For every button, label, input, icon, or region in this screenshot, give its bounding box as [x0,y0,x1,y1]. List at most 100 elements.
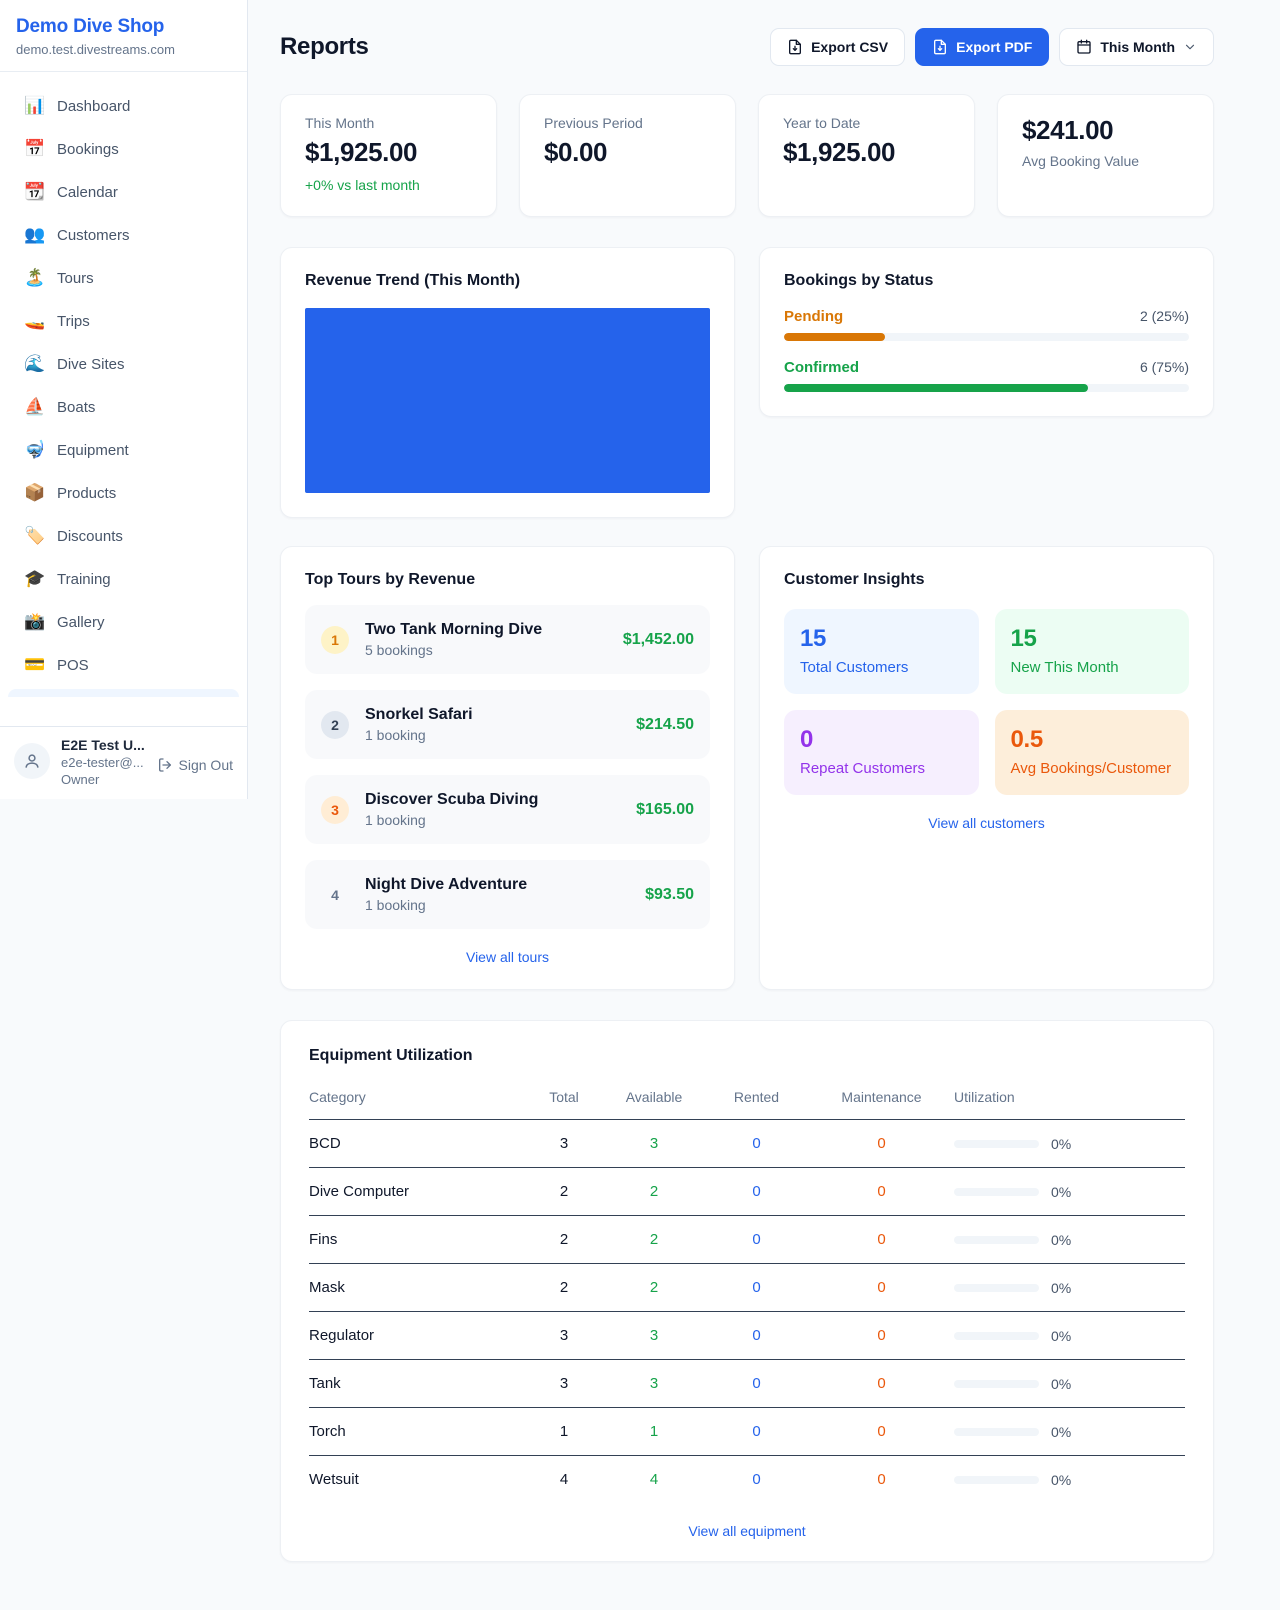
rented-cell: 0 [704,1423,809,1440]
stat-value: $1,925.00 [305,137,472,168]
view-all-tours-link[interactable]: View all tours [305,949,710,965]
sidebar-item-dashboard[interactable]: 📊 Dashboard [8,87,239,125]
sidebar-item-customers[interactable]: 👥 Customers [8,216,239,254]
insight-value: 0 [800,726,963,754]
insights-row: Top Tours by Revenue 1 Two Tank Morning … [280,546,1214,990]
insight-tile-avg-bookings: 0.5 Avg Bookings/Customer [995,710,1190,795]
user-icon [22,751,42,771]
customer-insights-card: Customer Insights 15 Total Customers 15 … [759,546,1214,990]
insight-tile-total-customers: 15 Total Customers [784,609,979,694]
stat-card-year-to-date: Year to Date $1,925.00 [758,94,975,217]
sidebar-item-label: Dive Sites [57,356,125,373]
progress-fill [784,384,1088,392]
table-row: Regulator 3 3 0 0 0% [309,1312,1185,1360]
user-email: e2e-tester@... [61,755,146,770]
sidebar-item-trips[interactable]: 🚤 Trips [8,302,239,340]
tour-amount: $1,452.00 [623,631,694,649]
sidebar-item-label: Training [57,571,111,588]
stats-row: This Month $1,925.00 +0% vs last month P… [280,94,1214,217]
utilization-track [954,1284,1039,1292]
rented-cell: 0 [704,1231,809,1248]
export-file-icon [932,39,948,55]
customer-insights-title: Customer Insights [784,571,1189,589]
revenue-trend-chart [305,308,710,493]
total-cell: 2 [524,1231,604,1248]
export-csv-button[interactable]: Export CSV [770,28,905,66]
utilization-cell: 0% [954,1472,1185,1488]
sidebar-item-dive-sites[interactable]: 🌊 Dive Sites [8,345,239,383]
equipment-utilization-card: Equipment Utilization Category Total Ava… [280,1020,1214,1562]
utilization-percent: 0% [1051,1184,1071,1200]
stat-value: $1,925.00 [783,137,950,168]
column-header: Maintenance [809,1089,954,1105]
available-cell: 3 [604,1327,704,1344]
column-header: Available [604,1089,704,1105]
insight-tile-new-this-month: 15 New This Month [995,609,1190,694]
utilization-percent: 0% [1051,1328,1071,1344]
status-count: 6 (75%) [1140,359,1189,375]
utilization-cell: 0% [954,1184,1185,1200]
maintenance-cell: 0 [809,1423,954,1440]
utilization-cell: 0% [954,1424,1185,1440]
rank-badge: 2 [321,711,349,739]
sidebar-item-active-partial[interactable] [8,689,239,697]
sidebar-item-gallery[interactable]: 📸 Gallery [8,603,239,641]
stat-card-avg-booking-value: $241.00 Avg Booking Value [997,94,1214,217]
export-pdf-button[interactable]: Export PDF [915,28,1049,66]
stat-value: $0.00 [544,137,711,168]
discounts-icon: 🏷️ [24,526,44,546]
sidebar-item-products[interactable]: 📦 Products [8,474,239,512]
page-header: Reports Export CSV Export PDF This Month [280,28,1214,66]
sidebar-item-boats[interactable]: ⛵ Boats [8,388,239,426]
utilization-track [954,1380,1039,1388]
user-role: Owner [61,772,146,787]
stat-label: Avg Booking Value [1022,153,1189,169]
maintenance-cell: 0 [809,1375,954,1392]
calendar-icon [1076,39,1092,55]
equipment-utilization-title: Equipment Utilization [309,1047,1185,1065]
logout-icon [157,757,173,773]
user-info: E2E Test U... e2e-tester@... Owner [61,737,146,787]
sidebar-item-equipment[interactable]: 🤿 Equipment [8,431,239,469]
dashboard-icon: 📊 [24,96,44,116]
rented-cell: 0 [704,1471,809,1488]
sidebar-item-training[interactable]: 🎓 Training [8,560,239,598]
sidebar-item-calendar[interactable]: 📆 Calendar [8,173,239,211]
utilization-track [954,1476,1039,1484]
sidebar-item-pos[interactable]: 💳 POS [8,646,239,684]
table-row: Wetsuit 4 4 0 0 0% [309,1456,1185,1503]
available-cell: 2 [604,1231,704,1248]
utilization-cell: 0% [954,1280,1185,1296]
total-cell: 2 [524,1183,604,1200]
sidebar-item-label: Discounts [57,528,123,545]
column-header: Category [309,1089,524,1105]
stat-card-this-month: This Month $1,925.00 +0% vs last month [280,94,497,217]
utilization-cell: 0% [954,1232,1185,1248]
period-dropdown[interactable]: This Month [1059,28,1214,66]
rented-cell: 0 [704,1375,809,1392]
sidebar-nav: 📊 Dashboard 📅 Bookings 📆 Calendar 👥 Cust… [0,72,247,726]
category-cell: Fins [309,1231,524,1248]
export-csv-label: Export CSV [811,39,888,55]
header-actions: Export CSV Export PDF This Month [770,28,1214,66]
tours-icon: 🏝️ [24,268,44,288]
utilization-track [954,1332,1039,1340]
rented-cell: 0 [704,1327,809,1344]
sign-out-button[interactable]: Sign Out [157,757,233,773]
revenue-trend-card: Revenue Trend (This Month) [280,247,735,518]
view-all-customers-link[interactable]: View all customers [784,815,1189,831]
tour-bookings: 5 bookings [365,642,607,658]
utilization-track [954,1428,1039,1436]
sidebar-item-discounts[interactable]: 🏷️ Discounts [8,517,239,555]
main-content: Reports Export CSV Export PDF This Month [248,0,1280,1562]
sidebar-item-label: Products [57,485,116,502]
insight-tile-repeat-customers: 0 Repeat Customers [784,710,979,795]
bookings-icon: 📅 [24,139,44,159]
column-header: Total [524,1089,604,1105]
view-all-equipment-link[interactable]: View all equipment [309,1523,1185,1539]
sidebar-item-label: POS [57,657,89,674]
category-cell: Regulator [309,1327,524,1344]
sidebar-item-bookings[interactable]: 📅 Bookings [8,130,239,168]
sidebar-item-tours[interactable]: 🏝️ Tours [8,259,239,297]
rented-cell: 0 [704,1279,809,1296]
